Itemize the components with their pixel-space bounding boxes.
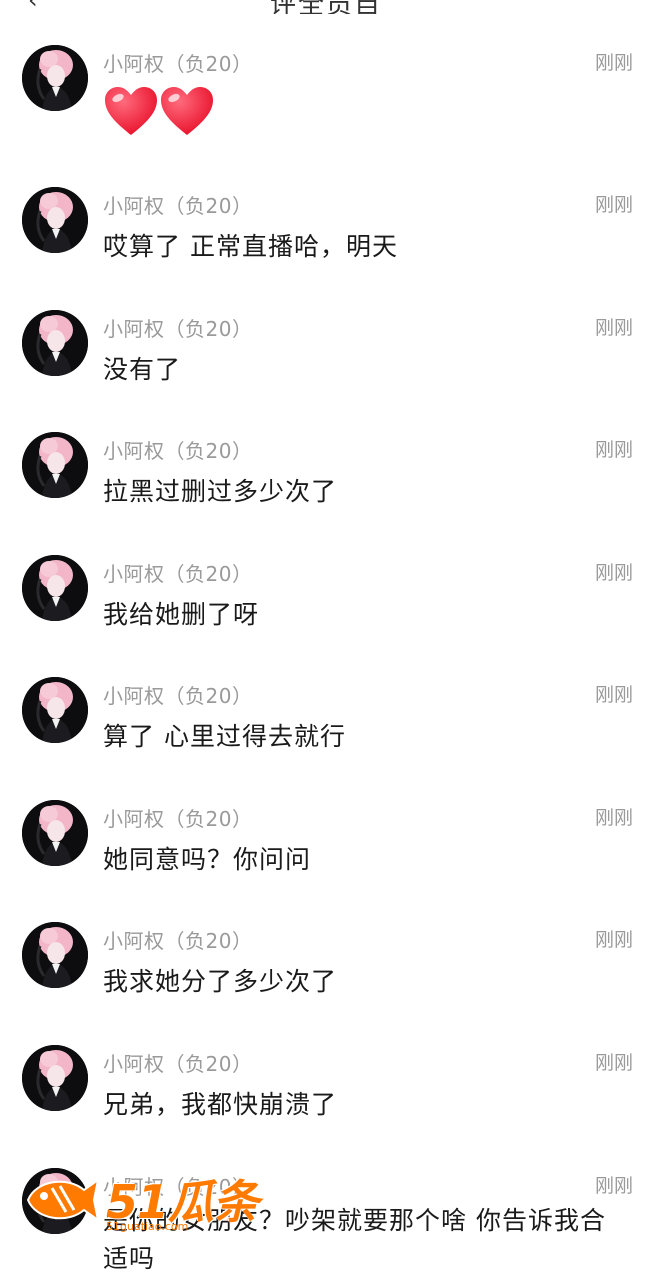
top-bar: ‹ 评全员自 (0, 0, 649, 14)
avatar[interactable] (22, 45, 88, 111)
sender-name: 小阿权（负20） (103, 807, 253, 831)
message-item[interactable]: 小阿权（负20） 刚刚 算了 心里过得去就行 (0, 677, 649, 797)
avatar[interactable] (22, 310, 88, 376)
avatar[interactable] (22, 800, 88, 866)
avatar[interactable] (22, 677, 88, 743)
back-arrow-icon[interactable]: ‹ (28, 0, 38, 14)
message-time: 刚刚 (594, 807, 633, 829)
watermark-domain: 51guatiao.com (106, 1220, 189, 1233)
sender-name: 小阿权（负20） (103, 1052, 253, 1076)
message-item[interactable]: 小阿权（负20） 刚刚 我给她删了呀 (0, 555, 649, 675)
avatar[interactable] (22, 1045, 88, 1111)
message-item[interactable]: 小阿权（负20） 刚刚 (0, 45, 649, 165)
message-text: 她同意吗？你问问 (103, 845, 312, 874)
avatar[interactable] (22, 922, 88, 988)
heart-emoji-group (103, 85, 215, 137)
message-time: 刚刚 (594, 194, 633, 216)
message-time: 刚刚 (594, 684, 633, 706)
heart-icon (159, 85, 215, 137)
message-item[interactable]: 小阿权（负20） 刚刚 她同意吗？你问问 (0, 800, 649, 920)
sender-name: 小阿权（负20） (103, 562, 253, 586)
message-time: 刚刚 (594, 52, 633, 74)
message-item[interactable]: 小阿权（负20） 刚刚 没有了 (0, 310, 649, 430)
sender-name: 小阿权（负20） (103, 439, 253, 463)
message-time: 刚刚 (594, 1052, 633, 1074)
message-item[interactable]: 小阿权（负20） 刚刚 拉黑过删过多少次了 (0, 432, 649, 552)
message-time: 刚刚 (594, 317, 633, 339)
sender-name: 小阿权（负20） (103, 52, 253, 76)
message-text: 算了 心里过得去就行 (103, 722, 346, 751)
avatar[interactable] (22, 432, 88, 498)
message-time: 刚刚 (594, 562, 633, 584)
message-text: 我求她分了多少次了 (103, 967, 338, 996)
avatar[interactable] (22, 555, 88, 621)
message-time: 刚刚 (594, 929, 633, 951)
message-item[interactable]: 小阿权（负20） 刚刚 兄弟，我都快崩溃了 (0, 1045, 649, 1165)
sender-name: 小阿权（负20） (103, 929, 253, 953)
avatar[interactable] (22, 187, 88, 253)
message-text: 拉黑过删过多少次了 (103, 477, 338, 506)
message-time: 刚刚 (594, 439, 633, 461)
sender-name: 小阿权（负20） (103, 684, 253, 708)
sender-name: 小阿权（负20） (103, 194, 253, 218)
sender-name: 小阿权（负20） (103, 317, 253, 341)
watermark-logo: 51瓜条 51guatiao.com (22, 1166, 259, 1240)
message-item[interactable]: 小阿权（负20） 刚刚 我求她分了多少次了 (0, 922, 649, 1042)
message-item[interactable]: 小阿权（负20） 刚刚 哎算了 正常直播哈，明天 (0, 187, 649, 307)
message-text: 没有了 (103, 355, 182, 384)
message-text: 我给她删了呀 (103, 600, 260, 629)
page-title: 评全员自 (270, 0, 382, 14)
fish-logo-icon (22, 1172, 102, 1232)
message-text: 兄弟，我都快崩溃了 (103, 1090, 338, 1119)
heart-icon (103, 85, 159, 137)
message-text: 哎算了 正常直播哈，明天 (103, 232, 398, 261)
message-time: 刚刚 (594, 1175, 633, 1197)
